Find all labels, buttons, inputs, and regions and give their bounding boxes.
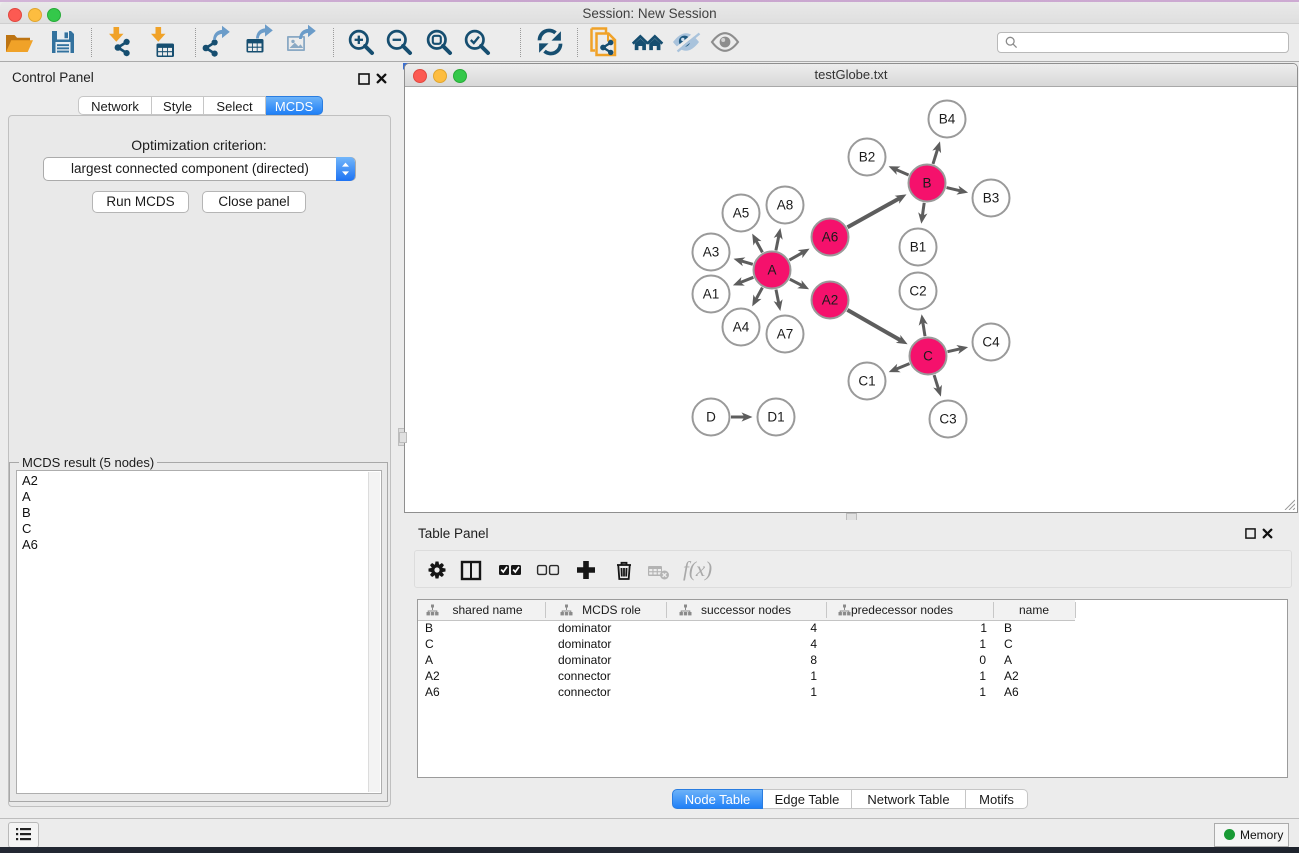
svg-text:D1: D1 [767, 410, 784, 425]
svg-text:B1: B1 [910, 240, 927, 255]
svg-text:C3: C3 [939, 412, 956, 427]
svg-text:C4: C4 [982, 335, 1000, 350]
svg-text:A6: A6 [822, 230, 839, 245]
svg-text:A3: A3 [703, 245, 720, 260]
svg-text:B4: B4 [939, 112, 956, 127]
svg-text:A5: A5 [733, 206, 750, 221]
svg-text:A7: A7 [777, 327, 794, 342]
svg-text:A4: A4 [733, 320, 750, 335]
svg-text:A: A [767, 263, 776, 278]
svg-text:B: B [922, 176, 931, 191]
svg-text:D: D [706, 410, 716, 425]
svg-text:C: C [923, 349, 933, 364]
svg-text:A2: A2 [822, 293, 839, 308]
svg-text:A8: A8 [777, 198, 794, 213]
svg-text:B2: B2 [859, 150, 876, 165]
svg-text:B3: B3 [983, 191, 1000, 206]
svg-text:A1: A1 [703, 287, 720, 302]
svg-text:C1: C1 [858, 374, 875, 389]
svg-text:C2: C2 [909, 284, 926, 299]
